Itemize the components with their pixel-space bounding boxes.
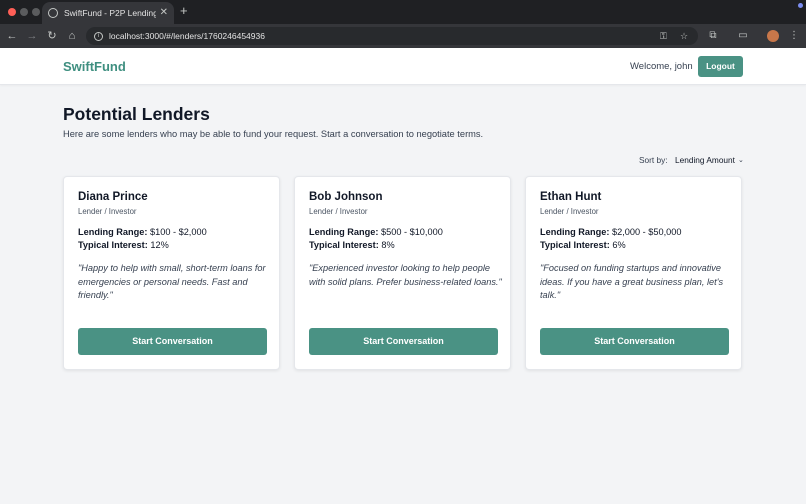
extensions-icon[interactable]: ⧉ bbox=[706, 29, 720, 43]
sort-selected-value: Lending Amount bbox=[675, 155, 735, 165]
lender-card: Ethan Hunt Lender / Investor Lending Ran… bbox=[525, 176, 742, 370]
welcome-text: Welcome, john bbox=[630, 61, 693, 72]
lender-quote: "Happy to help with small, short-term lo… bbox=[78, 263, 266, 300]
globe-icon bbox=[48, 8, 58, 18]
maximize-window-button[interactable] bbox=[32, 8, 40, 16]
back-icon[interactable]: ← bbox=[5, 29, 19, 43]
lender-role: Lender / Investor bbox=[78, 207, 137, 216]
typical-interest-label: Typical Interest: bbox=[540, 240, 610, 250]
typical-interest-label: Typical Interest: bbox=[309, 240, 379, 250]
typical-interest: Typical Interest: 12% bbox=[78, 240, 169, 250]
lender-name: Bob Johnson bbox=[309, 191, 383, 203]
typical-interest-value: 6% bbox=[612, 240, 626, 250]
menu-dots-icon[interactable]: ⋮ bbox=[787, 29, 801, 43]
tab-title: SwiftFund - P2P Lending bbox=[64, 8, 156, 18]
lender-card: Diana Prince Lender / Investor Lending R… bbox=[63, 176, 280, 370]
browser-toolbar: ← → ↻ ⌂ i localhost:3000/#/lenders/17602… bbox=[0, 24, 806, 48]
lending-range-label: Lending Range: bbox=[309, 227, 379, 237]
lender-name: Ethan Hunt bbox=[540, 191, 602, 203]
home-icon[interactable]: ⌂ bbox=[65, 29, 79, 43]
page-subtitle: Here are some lenders who may be able to… bbox=[63, 129, 484, 139]
lender-card: Bob Johnson Lender / Investor Lending Ra… bbox=[294, 176, 511, 370]
notification-dot bbox=[798, 3, 803, 8]
minimize-window-button[interactable] bbox=[20, 8, 28, 16]
brand-logo[interactable]: SwiftFund bbox=[63, 59, 126, 74]
reload-icon[interactable]: ↻ bbox=[45, 29, 59, 43]
lending-range-value: $100 - $2,000 bbox=[149, 227, 207, 237]
app-navbar: SwiftFund Welcome, john Logout bbox=[0, 48, 806, 85]
media-icon[interactable]: ▭ bbox=[736, 29, 750, 43]
lending-range: Lending Range: $100 - $2,000 bbox=[78, 227, 207, 237]
lending-range-value: $500 - $10,000 bbox=[380, 227, 443, 237]
profile-avatar[interactable] bbox=[767, 30, 779, 42]
typical-interest-value: 12% bbox=[150, 240, 169, 250]
address-bar[interactable]: i localhost:3000/#/lenders/1760246454936… bbox=[86, 27, 698, 45]
typical-interest: Typical Interest: 6% bbox=[540, 240, 626, 250]
logout-button[interactable]: Logout bbox=[698, 56, 743, 77]
start-conversation-button[interactable]: Start Conversation bbox=[540, 328, 729, 355]
lending-range-value: $2,000 - $50,000 bbox=[611, 227, 682, 237]
lender-role: Lender / Investor bbox=[540, 207, 599, 216]
lender-quote: "Experienced investor looking to help pe… bbox=[309, 263, 502, 287]
close-tab-icon[interactable]: ✕ bbox=[160, 8, 168, 18]
bookmark-star-icon[interactable]: ☆ bbox=[680, 27, 688, 45]
typical-interest-label: Typical Interest: bbox=[78, 240, 148, 250]
sort-select[interactable]: Lending Amount ⌄ bbox=[675, 155, 744, 165]
browser-tab[interactable]: SwiftFund - P2P Lending ✕ bbox=[42, 2, 174, 24]
new-tab-icon[interactable]: + bbox=[180, 4, 188, 18]
typical-interest-value: 8% bbox=[381, 240, 395, 250]
lending-range-label: Lending Range: bbox=[540, 227, 610, 237]
close-window-button[interactable] bbox=[8, 8, 16, 16]
lending-range: Lending Range: $500 - $10,000 bbox=[309, 227, 443, 237]
password-key-icon[interactable]: ⚿ bbox=[660, 27, 667, 45]
start-conversation-button[interactable]: Start Conversation bbox=[78, 328, 267, 355]
lender-role: Lender / Investor bbox=[309, 207, 368, 216]
lending-range-label: Lending Range: bbox=[78, 227, 148, 237]
lender-name: Diana Prince bbox=[78, 191, 148, 203]
typical-interest: Typical Interest: 8% bbox=[309, 240, 395, 250]
page-title: Potential Lenders bbox=[63, 104, 210, 124]
lending-range: Lending Range: $2,000 - $50,000 bbox=[540, 227, 681, 237]
forward-icon[interactable]: → bbox=[25, 29, 39, 43]
chevron-down-icon: ⌄ bbox=[737, 157, 744, 164]
url-text: localhost:3000/#/lenders/1760246454936 bbox=[109, 31, 265, 41]
lender-quote: "Focused on funding startups and innovat… bbox=[540, 263, 724, 300]
site-info-icon[interactable]: i bbox=[94, 31, 103, 41]
browser-tab-bar: SwiftFund - P2P Lending ✕ + bbox=[0, 0, 806, 24]
sort-label: Sort by: bbox=[639, 155, 668, 165]
start-conversation-button[interactable]: Start Conversation bbox=[309, 328, 498, 355]
